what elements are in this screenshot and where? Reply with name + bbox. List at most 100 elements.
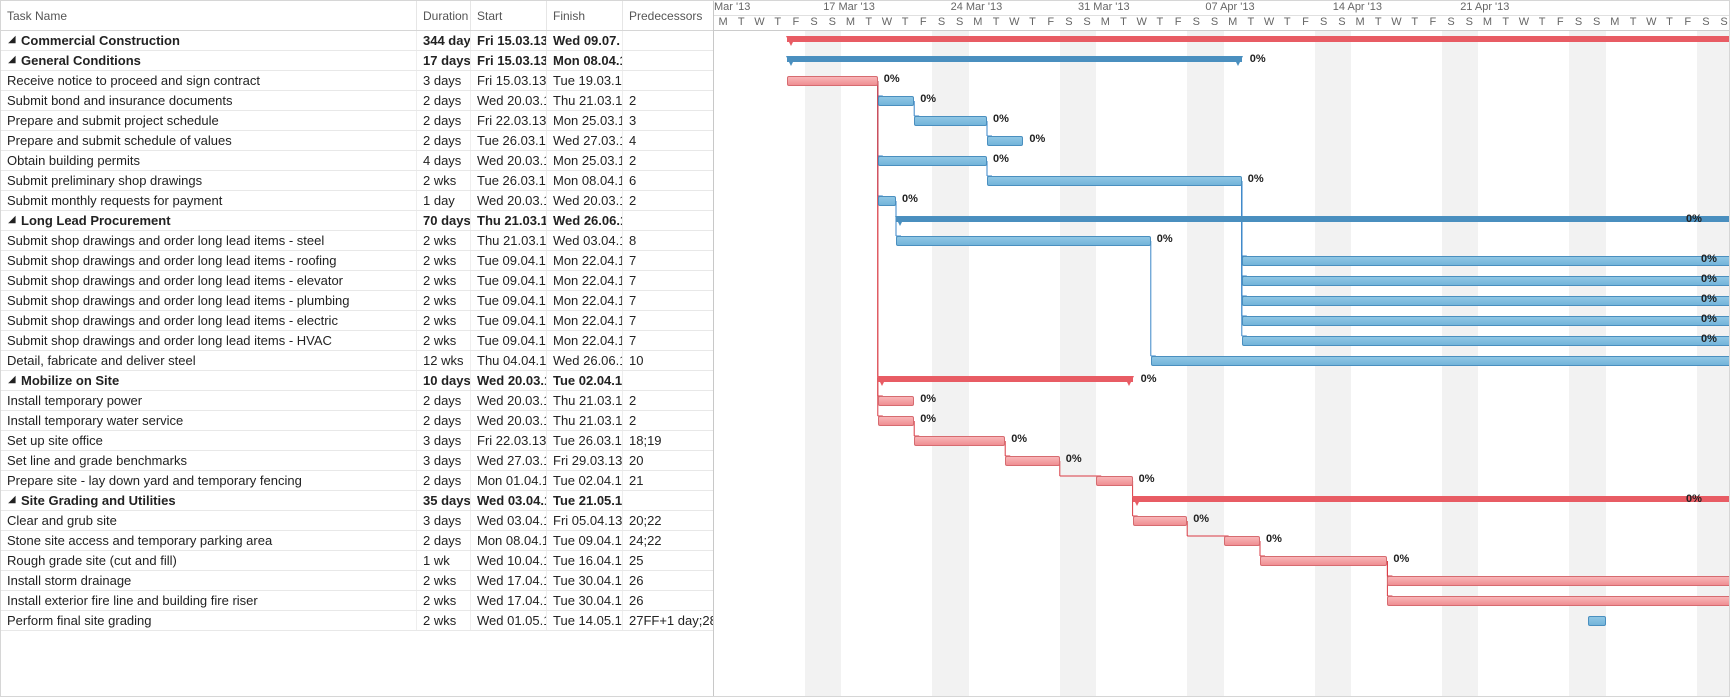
- task-row[interactable]: Clear and grub site3 daysWed 03.04.1Fri …: [1, 511, 713, 531]
- task-bar[interactable]: [1242, 256, 1729, 266]
- task-bar[interactable]: [1005, 456, 1060, 466]
- task-row[interactable]: Stone site access and temporary parking …: [1, 531, 713, 551]
- task-bar[interactable]: [1151, 356, 1729, 366]
- task-row[interactable]: Mobilize on Site10 daysWed 20.03.1Tue 02…: [1, 371, 713, 391]
- task-finish-cell: Tue 30.04.13: [547, 571, 623, 590]
- expand-toggle[interactable]: [7, 496, 17, 506]
- task-bar[interactable]: [1387, 596, 1729, 606]
- col-header-duration[interactable]: Duration: [417, 1, 471, 30]
- task-finish-cell: Tue 02.04.13: [547, 371, 623, 390]
- expand-toggle[interactable]: [7, 376, 17, 386]
- task-row[interactable]: Submit preliminary shop drawings2 wksTue…: [1, 171, 713, 191]
- timescale-week-label: 14 Apr '13: [1333, 1, 1382, 13]
- percent-complete-label: 0%: [1193, 513, 1209, 525]
- task-row[interactable]: Long Lead Procurement70 daysThu 21.03.13…: [1, 211, 713, 231]
- task-row[interactable]: Obtain building permits4 daysWed 20.03.1…: [1, 151, 713, 171]
- task-row[interactable]: Rough grade site (cut and fill)1 wkWed 1…: [1, 551, 713, 571]
- task-bar[interactable]: [878, 416, 914, 426]
- task-bar[interactable]: [1242, 316, 1729, 326]
- task-start-cell: Thu 04.04.13: [471, 351, 547, 370]
- task-bar[interactable]: [878, 396, 914, 406]
- task-row[interactable]: Submit shop drawings and order long lead…: [1, 251, 713, 271]
- summary-bar[interactable]: [787, 36, 1729, 42]
- task-row[interactable]: Submit shop drawings and order long lead…: [1, 291, 713, 311]
- task-row[interactable]: Site Grading and Utilities35 daysWed 03.…: [1, 491, 713, 511]
- task-bar[interactable]: [1387, 576, 1729, 586]
- task-finish-cell: Tue 19.03.13: [547, 71, 623, 90]
- task-bar[interactable]: [1242, 276, 1729, 286]
- task-row[interactable]: General Conditions17 daysFri 15.03.13Mon…: [1, 51, 713, 71]
- gantt-chart[interactable]: Mar '1317 Mar '1324 Mar '1331 Mar '1307 …: [714, 1, 1729, 696]
- task-pred-cell: 3: [623, 111, 713, 130]
- task-bar[interactable]: [1242, 336, 1729, 346]
- task-name-cell: Submit shop drawings and order long lead…: [7, 293, 350, 308]
- summary-bar[interactable]: [878, 376, 1133, 382]
- task-finish-cell: Mon 22.04.1: [547, 291, 623, 310]
- task-row[interactable]: Submit bond and insurance documents 2 day…: [1, 91, 713, 111]
- timescale-day-label: W: [1642, 16, 1660, 28]
- task-bar[interactable]: [787, 76, 878, 86]
- task-row[interactable]: Prepare site - lay down yard and tempora…: [1, 471, 713, 491]
- task-row[interactable]: Install exterior fire line and building …: [1, 591, 713, 611]
- task-bar[interactable]: [914, 436, 1005, 446]
- task-row[interactable]: Install storm drainage2 wksWed 17.04.1Tu…: [1, 571, 713, 591]
- timescale-day-label: F: [1296, 16, 1314, 28]
- task-row[interactable]: Prepare and submit schedule of values2 d…: [1, 131, 713, 151]
- task-duration-cell: 344 days: [417, 31, 471, 50]
- summary-bar[interactable]: [787, 56, 1242, 62]
- task-row[interactable]: Submit shop drawings and order long lead…: [1, 271, 713, 291]
- task-bar[interactable]: [1260, 556, 1387, 566]
- task-name-cell: Clear and grub site: [7, 513, 117, 528]
- task-row[interactable]: Install temporary power2 daysWed 20.03.1…: [1, 391, 713, 411]
- task-row[interactable]: Perform final site grading2 wksWed 01.05…: [1, 611, 713, 631]
- summary-bar[interactable]: [896, 216, 1729, 222]
- task-bar[interactable]: [914, 116, 987, 126]
- task-bar[interactable]: [878, 156, 987, 166]
- expand-toggle[interactable]: [7, 216, 17, 226]
- task-row[interactable]: Submit shop drawings and order long lead…: [1, 231, 713, 251]
- task-grid: Task Name Duration Start Finish Predeces…: [1, 1, 714, 696]
- task-bar[interactable]: [1588, 616, 1606, 626]
- summary-bar[interactable]: [1133, 496, 1729, 502]
- task-row[interactable]: Set line and grade benchmarks3 daysWed 2…: [1, 451, 713, 471]
- task-duration-cell: 2 days: [417, 91, 471, 110]
- task-finish-cell: Wed 09.07.: [547, 31, 623, 50]
- task-pred-cell: [623, 491, 713, 510]
- task-row[interactable]: Submit shop drawings and order long lead…: [1, 311, 713, 331]
- task-row[interactable]: Submit shop drawings and order long lead…: [1, 331, 713, 351]
- task-row[interactable]: Install temporary water service2 daysWed…: [1, 411, 713, 431]
- task-pred-cell: 8: [623, 231, 713, 250]
- task-bar[interactable]: [987, 136, 1023, 146]
- task-bar[interactable]: [896, 236, 1151, 246]
- col-header-name[interactable]: Task Name: [1, 1, 417, 30]
- task-name-cell: Stone site access and temporary parking …: [7, 533, 272, 548]
- task-bar[interactable]: [878, 196, 896, 206]
- task-bar[interactable]: [1224, 536, 1260, 546]
- expand-toggle[interactable]: [7, 36, 17, 46]
- task-bar[interactable]: [987, 176, 1242, 186]
- task-row[interactable]: Detail, fabricate and deliver steel12 wk…: [1, 351, 713, 371]
- task-row[interactable]: Receive notice to proceed and sign contr…: [1, 71, 713, 91]
- task-bar[interactable]: [1096, 476, 1132, 486]
- timescale-day-label: S: [1460, 16, 1478, 28]
- timescale-day-label: S: [1569, 16, 1587, 28]
- task-bar[interactable]: [1242, 296, 1729, 306]
- col-header-start[interactable]: Start: [471, 1, 547, 30]
- col-header-finish[interactable]: Finish: [547, 1, 623, 30]
- task-start-cell: Wed 17.04.1: [471, 591, 547, 610]
- task-bar[interactable]: [1133, 516, 1188, 526]
- task-name-cell: General Conditions: [21, 53, 141, 68]
- task-row[interactable]: Prepare and submit project schedule2 day…: [1, 111, 713, 131]
- timescale-day-label: F: [914, 16, 932, 28]
- task-row[interactable]: Submit monthly requests for payment1 day…: [1, 191, 713, 211]
- task-name-cell: Submit bond and insurance documents: [7, 93, 232, 108]
- task-bar[interactable]: [878, 96, 914, 106]
- expand-toggle[interactable]: [7, 56, 17, 66]
- task-duration-cell: 3 days: [417, 71, 471, 90]
- timescale-day-label: W: [1133, 16, 1151, 28]
- task-row[interactable]: Set up site office3 daysFri 22.03.13Tue …: [1, 431, 713, 451]
- col-header-predecessors[interactable]: Predecessors: [623, 1, 713, 30]
- timescale-day-label: S: [1078, 16, 1096, 28]
- task-start-cell: Wed 20.03.1: [471, 391, 547, 410]
- task-row[interactable]: Commercial Construction344 daysFri 15.03…: [1, 31, 713, 51]
